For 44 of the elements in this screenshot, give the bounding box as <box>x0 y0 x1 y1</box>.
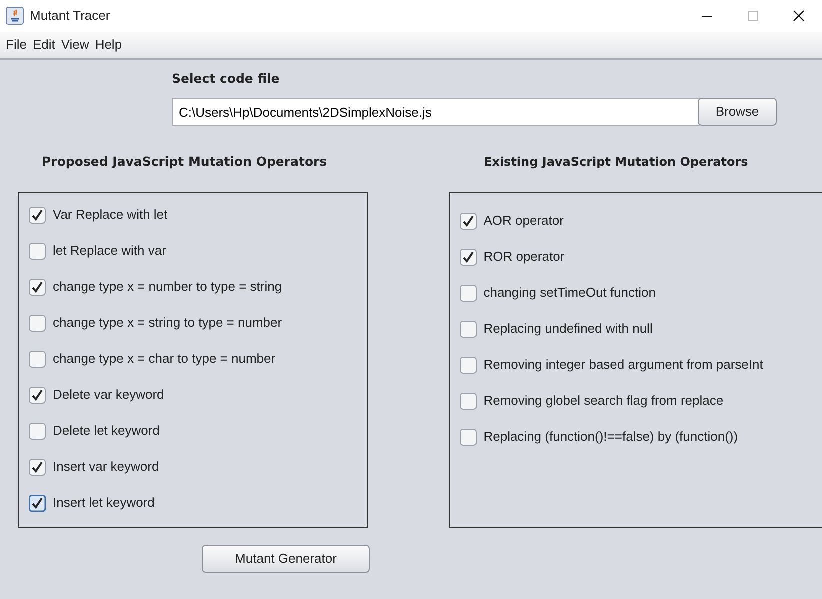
section-heading: Proposed JavaScript Mutation Operators <box>42 154 328 169</box>
checkbox-label[interactable]: Replacing (function()!==false) by (function()) <box>484 427 738 447</box>
checkbox-label[interactable]: Removing integer based argument from parseInt <box>484 355 764 375</box>
file-path-field[interactable]: C:\Users\Hp\Documents\2DSimplexNoise.js <box>172 98 700 126</box>
browse-button[interactable]: Browse <box>698 98 777 126</box>
checkbox[interactable] <box>460 428 477 446</box>
checkbox-label[interactable]: Insert let keyword <box>53 493 155 513</box>
checkbox[interactable] <box>29 314 46 332</box>
checkbox-label[interactable]: Delete var keyword <box>53 385 164 405</box>
section-heading: Existing JavaScript Mutation Operators <box>484 155 748 169</box>
checkbox-label[interactable]: let Replace with var <box>53 241 166 261</box>
window-title: Mutant Tracer <box>30 7 110 26</box>
checkbox[interactable] <box>460 392 477 410</box>
checkbox[interactable] <box>29 206 46 224</box>
checkbox-label[interactable]: Replacing undefined with null <box>484 319 653 339</box>
checkbox-label[interactable]: Insert var keyword <box>53 457 160 477</box>
menu-item[interactable]: File <box>6 35 27 55</box>
checkbox[interactable] <box>460 356 477 374</box>
checkbox[interactable] <box>460 212 477 230</box>
checkbox-label[interactable]: ROR operator <box>484 247 565 267</box>
app-icon <box>6 7 24 25</box>
menu-item[interactable]: Help <box>95 35 122 55</box>
checkbox[interactable] <box>29 242 46 260</box>
menu-item[interactable]: View <box>61 35 90 55</box>
mutant-generator-button[interactable]: Mutant Generator <box>202 545 370 573</box>
checkbox[interactable] <box>29 494 46 512</box>
checkbox[interactable] <box>29 278 46 296</box>
checkbox[interactable] <box>29 386 46 404</box>
checkbox-label[interactable]: AOR operator <box>484 211 564 231</box>
checkbox-label[interactable]: changing setTimeOut function <box>484 283 656 303</box>
checkbox-label[interactable]: change type x = number to type = string <box>53 277 282 297</box>
menu-item[interactable]: Edit <box>32 35 56 55</box>
checkbox[interactable] <box>29 350 46 368</box>
checkbox-label[interactable]: Delete let keyword <box>53 421 160 441</box>
checkbox[interactable] <box>460 248 477 266</box>
checkbox-label[interactable]: change type x = string to type = number <box>53 313 282 333</box>
checkbox[interactable] <box>29 458 46 476</box>
field-label: Select code file <box>172 70 281 88</box>
checkbox[interactable] <box>460 284 477 302</box>
checkbox-label[interactable]: Removing globel search flag from replace <box>484 391 724 411</box>
checkbox[interactable] <box>29 422 46 440</box>
checkbox-label[interactable]: Var Replace with let <box>53 205 168 225</box>
checkbox[interactable] <box>460 320 477 338</box>
checkbox-label[interactable]: change type x = char to type = number <box>53 349 276 369</box>
